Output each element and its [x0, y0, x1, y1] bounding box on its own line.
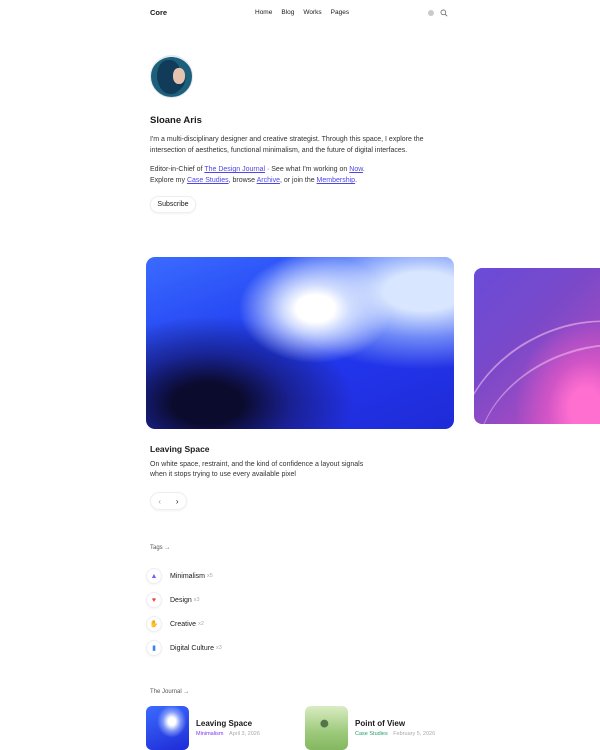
tag-count: x3: [215, 645, 222, 651]
profile-name: Sloane Aris: [150, 115, 202, 126]
tag-item-minimalism[interactable]: ▲ Minimalism x5: [146, 564, 346, 588]
explore-text: Explore my: [150, 177, 187, 184]
period-text: .: [362, 166, 365, 173]
working-on-text: · See what I'm working on: [265, 166, 350, 173]
hand-icon: ✋: [146, 616, 162, 632]
main-menu: Home Blog Works Pages: [255, 9, 349, 16]
journal-thumbnail: [146, 706, 189, 750]
editor-text: Editor-in-Chief of: [150, 166, 205, 173]
journal-item-date: February 5, 2026: [393, 731, 436, 737]
tag-name: Minimalism: [170, 572, 205, 580]
theme-toggle-icon[interactable]: [428, 10, 434, 16]
journal-item-title: Leaving Space: [196, 719, 253, 728]
nav-link-home[interactable]: Home: [255, 9, 272, 16]
top-nav: Core Home Blog Works Pages: [0, 0, 600, 28]
tag-count: x3: [193, 597, 200, 603]
profile-links: Editor-in-Chief of The Design Journal · …: [150, 164, 450, 186]
tags-list: ▲ Minimalism x5 ♥ Design x3 ✋ Creative x…: [146, 564, 346, 660]
chevron-left-icon[interactable]: ‹: [158, 497, 161, 506]
tags-section-label[interactable]: Tags →: [150, 545, 170, 551]
tag-count: x5: [207, 573, 213, 579]
tag-item-digital-culture[interactable]: ▮ Digital Culture x3: [146, 636, 346, 660]
journal-item-category[interactable]: Case Studies: [355, 731, 388, 737]
search-icon[interactable]: [440, 9, 448, 17]
design-journal-link[interactable]: The Design Journal: [204, 166, 265, 173]
nav-link-pages[interactable]: Pages: [331, 9, 349, 16]
subscribe-button[interactable]: Subscribe: [150, 196, 196, 213]
journal-item-title: Point of View: [355, 719, 406, 728]
journal-item-category[interactable]: Minimalism: [196, 731, 224, 737]
journal-item[interactable]: Point of View Case Studies February 5, 2…: [305, 706, 435, 750]
journal-item-date: April 3, 2026: [229, 731, 260, 737]
profile-bio: I'm a multi-disciplinary designer and cr…: [150, 136, 424, 154]
archive-link[interactable]: Archive: [257, 177, 280, 184]
chevron-right-icon[interactable]: ›: [176, 497, 179, 506]
journal-list: Leaving Space Minimalism April 3, 2026 P…: [146, 706, 600, 750]
journal-section-label[interactable]: The Journal →: [150, 689, 189, 695]
featured-post-title[interactable]: Leaving Space: [150, 444, 210, 454]
featured-card-image[interactable]: [146, 257, 454, 429]
join-text: , or join the: [279, 177, 317, 184]
period-text: .: [355, 177, 358, 184]
journal-thumbnail: [305, 706, 348, 750]
heart-icon: ♥: [146, 592, 162, 608]
browse-text: , browse: [228, 177, 257, 184]
triangle-icon: ▲: [146, 568, 162, 584]
bookmark-icon: ▮: [146, 640, 162, 656]
tag-name: Creative: [170, 620, 197, 628]
brand-logo[interactable]: Core: [150, 8, 167, 17]
featured-post-description: On white space, restraint, and the kind …: [150, 461, 364, 478]
case-studies-link[interactable]: Case Studies: [187, 177, 229, 184]
tag-count: x2: [198, 621, 204, 627]
next-card-image[interactable]: [474, 268, 600, 424]
membership-link[interactable]: Membership: [317, 177, 356, 184]
now-link[interactable]: Now: [349, 166, 363, 173]
tag-item-creative[interactable]: ✋ Creative x2: [146, 612, 346, 636]
nav-link-blog[interactable]: Blog: [281, 9, 294, 16]
tag-name: Digital Culture: [170, 644, 214, 652]
tag-item-design[interactable]: ♥ Design x3: [146, 588, 346, 612]
avatar: [150, 55, 193, 98]
tag-name: Design: [170, 596, 192, 604]
nav-link-works[interactable]: Works: [303, 9, 321, 16]
carousel-pager: ‹ ›: [150, 492, 187, 510]
journal-item[interactable]: Leaving Space Minimalism April 3, 2026: [146, 706, 260, 750]
